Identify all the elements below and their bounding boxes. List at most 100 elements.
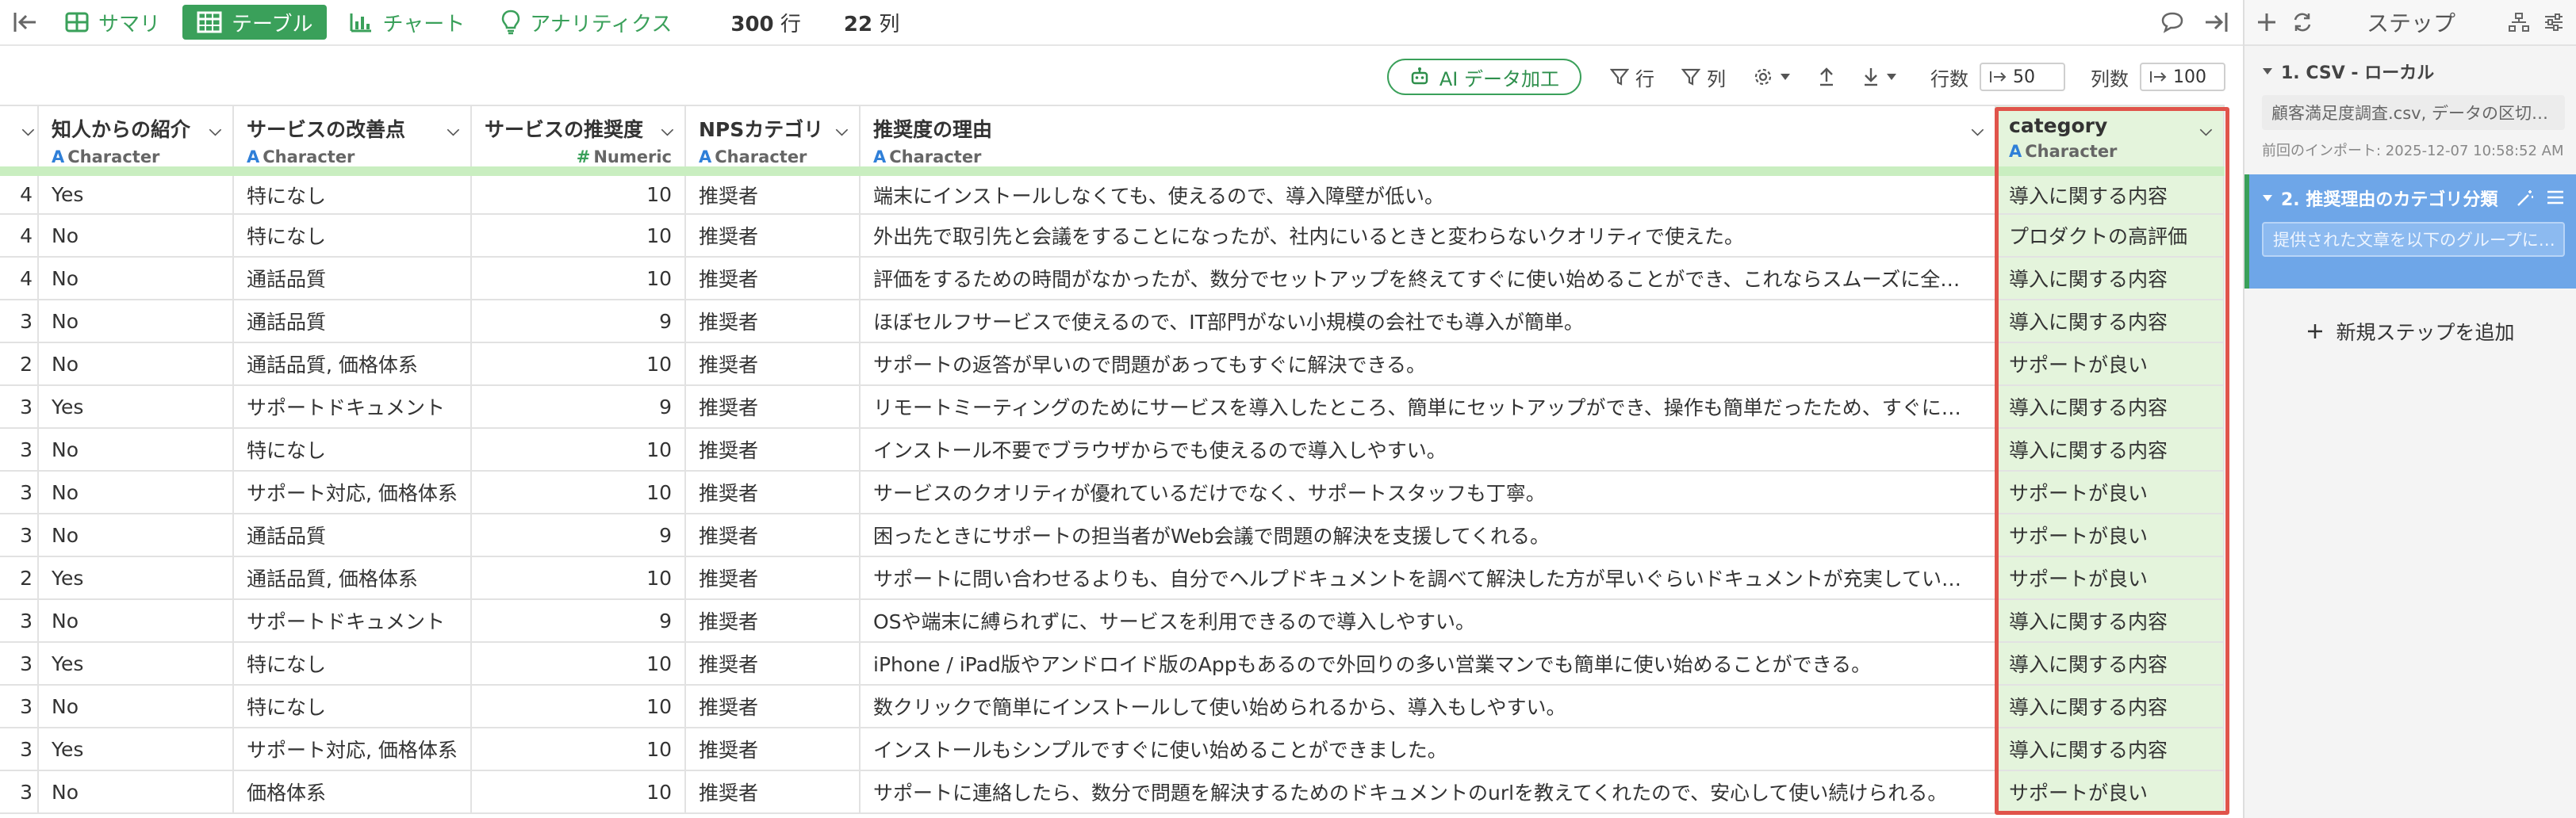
add-step-button[interactable]: 新規ステップを追加 [2244, 317, 2576, 346]
improvement-cell[interactable]: 通話品質, 価格体系 [233, 342, 472, 386]
step-csv-local[interactable]: 1. CSV - ローカル 顧客満足度調査.csv, データの区切… 前回のイン… [2244, 57, 2576, 160]
column-header[interactable]: サービスの改善点 A Character ⌵ [233, 105, 472, 176]
row-index-cell[interactable]: 3 [0, 428, 39, 472]
collapse-right-icon[interactable] [2203, 11, 2229, 33]
category-cell[interactable]: サポートが良い [1995, 514, 2225, 557]
reason-cell[interactable]: iPhone / iPad版やアンドロイド版のAppもあるので外回りの多い営業マ… [860, 642, 1996, 686]
nps-category-cell[interactable]: 推奨者 [685, 342, 861, 386]
table-row[interactable]: 4 No 通話品質 10 推奨者 評価をするための時間がなかったが、数分でセットアップを終… [0, 257, 2225, 300]
chevron-down-icon[interactable]: ⌵ [836, 120, 848, 140]
category-cell[interactable]: サポートが良い [1995, 556, 2225, 600]
category-cell[interactable]: サポートが良い [1995, 342, 2225, 386]
recommend-score-cell[interactable]: 10 [471, 342, 686, 386]
recommend-score-cell[interactable]: 10 [471, 471, 686, 514]
row-index-cell[interactable]: 3 [0, 770, 39, 814]
referral-cell[interactable]: No [38, 428, 234, 472]
row-index-cell[interactable]: 3 [0, 599, 39, 643]
recommend-score-cell[interactable]: 10 [471, 257, 686, 300]
improvement-cell[interactable]: 特になし [233, 214, 472, 258]
nps-category-cell[interactable]: 推奨者 [685, 171, 861, 215]
row-index-cell[interactable]: 2 [0, 342, 39, 386]
referral-cell[interactable]: No [38, 342, 234, 386]
category-cell[interactable]: 導入に関する内容 [1995, 171, 2225, 215]
improvement-cell[interactable]: 通話品質 [233, 257, 472, 300]
nps-category-cell[interactable]: 推奨者 [685, 428, 861, 472]
comment-icon[interactable] [2160, 11, 2184, 33]
recommend-score-cell[interactable]: 9 [471, 514, 686, 557]
table-row[interactable]: 3 Yes サポート対応, 価格体系 10 推奨者 インストールもシンプルですぐに使い始め… [0, 728, 2225, 771]
reason-cell[interactable]: サポートに問い合わせるよりも、自分でヘルプドキュメントを調べて解決した方が早いぐ… [860, 556, 1996, 600]
column-header[interactable]: サービスの推奨度 # Numeric ⌵ [471, 105, 686, 176]
nps-category-cell[interactable]: 推奨者 [685, 556, 861, 600]
reason-cell[interactable]: 数クリックで簡単にインストールして使い始められるから、導入もしやすい。 [860, 685, 1996, 728]
category-cell[interactable]: 導入に関する内容 [1995, 385, 2225, 429]
recommend-score-cell[interactable]: 9 [471, 599, 686, 643]
row-index-cell[interactable]: 3 [0, 642, 39, 686]
settings-dropdown[interactable] [1745, 67, 1799, 87]
improvement-cell[interactable]: サポートドキュメント [233, 385, 472, 429]
reason-cell[interactable]: 端末にインストールしなくても、使えるので、導入障壁が低い。 [860, 171, 1996, 215]
table-row[interactable]: 3 No サポート対応, 価格体系 10 推奨者 サービスのクオリティが優れているだけでな… [0, 471, 2225, 514]
referral-cell[interactable]: Yes [38, 385, 234, 429]
category-cell[interactable]: 導入に関する内容 [1995, 257, 2225, 300]
table-row[interactable]: 3 No 価格体系 10 推奨者 サポートに連絡したら、数分で問題を解決するためのドキュメ… [0, 770, 2225, 814]
chevron-down-icon[interactable]: ⌵ [2200, 120, 2212, 140]
improvement-cell[interactable]: 特になし [233, 428, 472, 472]
improvement-cell[interactable]: サポートドキュメント [233, 599, 472, 643]
nps-category-cell[interactable]: 推奨者 [685, 214, 861, 258]
referral-cell[interactable]: Yes [38, 642, 234, 686]
category-cell[interactable]: サポートが良い [1995, 471, 2225, 514]
reason-cell[interactable]: インストールもシンプルですぐに使い始めることができました。 [860, 728, 1996, 771]
recommend-score-cell[interactable]: 10 [471, 728, 686, 771]
table-row[interactable]: 4 Yes 特になし 10 推奨者 端末にインストールしなくても、使えるので、導入障壁が低… [0, 171, 2225, 215]
reason-cell[interactable]: ほぼセルフサービスで使えるので、IT部門がない小規模の会社でも導入が簡単。 [860, 300, 1996, 343]
menu-icon[interactable] [2546, 189, 2565, 206]
reason-cell[interactable]: 評価をするための時間がなかったが、数分でセットアップを終えてすぐに使い始めること… [860, 257, 1996, 300]
category-cell[interactable]: サポートが良い [1995, 770, 2225, 814]
recommend-score-cell[interactable]: 10 [471, 428, 686, 472]
row-index-cell[interactable]: 3 [0, 685, 39, 728]
reason-cell[interactable]: サポートの返答が早いので問題があってもすぐに解決できる。 [860, 342, 1996, 386]
reason-cell[interactable]: リモートミーティングのためにサービスを導入したところ、簡単にセットアップができ、… [860, 385, 1996, 429]
column-header[interactable]: 推奨度の理由 A Character ⌵ [860, 105, 1996, 176]
table-row[interactable]: 3 No 特になし 10 推奨者 インストール不要でブラウザからでも使えるので導入しやすい… [0, 428, 2225, 472]
reason-cell[interactable]: OSや端末に縛られずに、サービスを利用できるので導入しやすい。 [860, 599, 1996, 643]
referral-cell[interactable]: Yes [38, 728, 234, 771]
row-index-cell[interactable]: 3 [0, 471, 39, 514]
cols-limit-input[interactable]: 100 [2140, 63, 2225, 91]
recommend-score-cell[interactable]: 10 [471, 556, 686, 600]
referral-cell[interactable]: No [38, 599, 234, 643]
row-index-cell[interactable]: 4 [0, 171, 39, 215]
nps-category-cell[interactable]: 推奨者 [685, 514, 861, 557]
column-header[interactable]: NPSカテゴリ A Character ⌵ [685, 105, 861, 176]
row-index-cell[interactable]: 3 [0, 385, 39, 429]
table-row[interactable]: 3 Yes 特になし 10 推奨者 iPhone / iPad版やアンドロイド版のAppも… [0, 642, 2225, 686]
tab-analytics[interactable]: アナリティクス [487, 5, 686, 40]
category-cell[interactable]: 導入に関する内容 [1995, 685, 2225, 728]
category-cell[interactable]: プロダクトの高評価 [1995, 214, 2225, 258]
referral-cell[interactable]: No [38, 214, 234, 258]
nps-category-cell[interactable]: 推奨者 [685, 471, 861, 514]
category-cell[interactable]: 導入に関する内容 [1995, 642, 2225, 686]
table-row[interactable]: 3 No 通話品質 9 推奨者 ほぼセルフサービスで使えるので、IT部門がない小規模の会社… [0, 300, 2225, 343]
magic-wand-icon[interactable] [2516, 189, 2535, 208]
referral-cell[interactable]: Yes [38, 171, 234, 215]
recommend-score-cell[interactable]: 10 [471, 770, 686, 814]
improvement-cell[interactable]: サポート対応, 価格体系 [233, 728, 472, 771]
sliders-icon[interactable] [2543, 11, 2565, 33]
table-row[interactable]: 3 No 通話品質 9 推奨者 困ったときにサポートの担当者がWeb会議で問題の解決を支援… [0, 514, 2225, 557]
table-row[interactable]: 4 No 特になし 10 推奨者 外出先で取引先と会議をすることになったが、社内にいるとき… [0, 214, 2225, 258]
plus-icon[interactable] [2256, 11, 2278, 33]
nps-category-cell[interactable]: 推奨者 [685, 685, 861, 728]
step-category-classification[interactable]: 2. 推奨理由のカテゴリ分類 提供された文章を以下のグループに… [2244, 174, 2576, 289]
row-index-cell[interactable]: 3 [0, 514, 39, 557]
chevron-down-icon[interactable]: ⌵ [209, 120, 221, 140]
nps-category-cell[interactable]: 推奨者 [685, 599, 861, 643]
improvement-cell[interactable]: 通話品質 [233, 300, 472, 343]
reason-cell[interactable]: サービスのクオリティが優れているだけでなく、サポートスタッフも丁寧。 [860, 471, 1996, 514]
chevron-down-icon[interactable]: ⌵ [661, 120, 673, 140]
nps-category-cell[interactable]: 推奨者 [685, 385, 861, 429]
improvement-cell[interactable]: 価格体系 [233, 770, 472, 814]
ai-data-wrangling-button[interactable]: AI データ加工 [1386, 59, 1581, 95]
table-row[interactable]: 3 Yes サポートドキュメント 9 推奨者 リモートミーティングのためにサービスを導入し… [0, 385, 2225, 429]
